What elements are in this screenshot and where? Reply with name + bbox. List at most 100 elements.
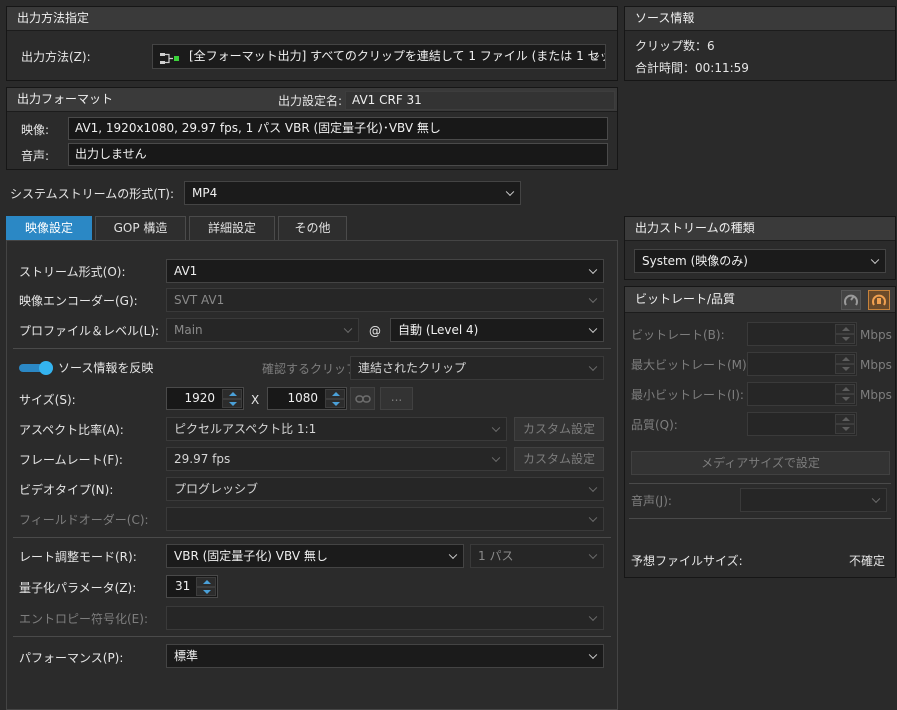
chevron-down-icon [491,423,501,433]
preset-name-label: 出力設定名: [278,94,343,108]
quant-label: 量子化パラメータ(Z): [19,581,137,595]
level-value: 自動 (Level 4) [398,323,479,337]
chevron-down-icon [588,550,598,560]
divider [13,636,611,637]
aspect-value: ピクセルアスペクト比 1:1 [174,422,317,436]
tab-video-settings[interactable]: 映像設定 [6,216,92,240]
height-input[interactable]: 1080 [267,387,347,410]
entropy-dropdown[interactable] [166,606,604,630]
entropy-label: エントロピー符号化(E): [19,612,148,626]
reflect-source-toggle[interactable] [19,361,53,375]
quant-stepper[interactable] [196,577,216,596]
output-method-panel: 出力方法指定 出力方法(Z): [全フォーマット出力] すべてのクリップを連結し… [6,6,618,81]
profile-level-label: プロファイル＆レベル(L): [19,324,160,338]
video-settings-panel: ストリーム形式(O): AV1 映像エンコーダー(G): SVT AV1 プロフ… [6,240,618,710]
ratemode-dropdown[interactable]: VBR (固定量子化) VBV 無し [166,544,464,568]
source-info-header: ソース情報 [625,7,895,31]
output-format-title: 出力フォーマット [17,92,114,106]
bitrate-stepper[interactable] [835,324,855,344]
width-value: 1920 [184,391,215,405]
videotype-label: ビデオタイプ(N): [19,483,114,497]
output-format-panel: 出力フォーマット 出力設定名: AV1 CRF 31 映像: AV1, 1920… [6,87,618,170]
chevron-down-icon [588,265,598,275]
audio-bitrate-dropdown[interactable] [740,488,887,512]
pass-value: 1 パス [478,549,514,563]
output-method-dropdown[interactable]: [全フォーマット出力] すべてのクリップを連結して 1 ファイル (または 1 … [152,44,606,69]
chevron-down-icon [588,362,598,372]
aspect-label: アスペクト比率(A): [19,423,124,437]
output-method-value: [全フォーマット出力] すべてのクリップを連結して 1 ファイル (または 1 … [189,49,605,63]
divider [629,518,891,519]
min-bitrate-label: 最小ビットレート(I): [631,388,744,402]
gauge-icon[interactable] [841,290,861,310]
aspect-dropdown[interactable]: ピクセルアスペクト比 1:1 [166,417,507,441]
ratemode-label: レート調整モード(R): [19,550,137,564]
confirm-clip-dropdown[interactable]: 連結されたクリップ [350,356,604,380]
size-label: サイズ(S): [19,393,76,407]
estimated-size-value: 不確定 [849,554,886,568]
framerate-custom-button[interactable]: カスタム設定 [514,447,604,471]
audio-bitrate-label: 音声(J): [631,494,672,508]
performance-label: パフォーマンス(P): [19,651,124,665]
size-preset-button[interactable]: ... [380,387,413,410]
min-bitrate-input[interactable] [747,382,857,406]
level-dropdown[interactable]: 自動 (Level 4) [390,318,604,342]
output-method-label: 出力方法(Z): [21,50,91,64]
system-stream-value: MP4 [192,186,218,200]
pass-dropdown[interactable]: 1 パス [470,544,604,568]
width-input[interactable]: 1920 [166,387,244,410]
aspect-custom-button[interactable]: カスタム設定 [514,417,604,441]
quality-label: 品質(Q): [631,418,678,432]
x-symbol: X [251,393,260,407]
max-bitrate-stepper[interactable] [835,354,855,374]
quant-value: 31 [175,579,191,593]
link-aspect-button[interactable] [350,387,375,410]
framerate-value: 29.97 fps [174,452,231,466]
chevron-down-icon [588,612,598,622]
quality-stepper[interactable] [835,414,855,434]
toggle-knob [39,361,53,375]
framerate-dropdown[interactable]: 29.97 fps [166,447,507,471]
videotype-dropdown[interactable]: プログレッシブ [166,477,604,501]
tab-gop-structure[interactable]: GOP 構造 [95,216,186,240]
quality-input[interactable] [747,412,857,436]
system-stream-label: システムストリームの形式(T): [10,187,175,201]
performance-dropdown[interactable]: 標準 [166,644,604,668]
chevron-down-icon [448,550,458,560]
fieldorder-dropdown[interactable] [166,507,604,531]
system-stream-dropdown[interactable]: MP4 [184,181,521,205]
bitrate-input[interactable] [747,322,857,346]
tab-other[interactable]: その他 [278,216,347,240]
max-bitrate-unit: Mbps [860,358,892,372]
chevron-down-icon [588,294,598,304]
min-bitrate-unit: Mbps [860,388,892,402]
estimated-size-label: 予想ファイルサイズ: [631,554,743,568]
divider [13,537,611,538]
tab-advanced-settings[interactable]: 詳細設定 [189,216,275,240]
profile-dropdown[interactable]: Main [166,318,359,342]
total-time: 合計時間：00:11:59 [635,61,749,75]
preset-name-field[interactable]: AV1 CRF 31 [345,91,615,110]
width-stepper[interactable] [222,389,242,408]
performance-value: 標準 [174,649,199,663]
output-stream-dropdown[interactable]: System (映像のみ) [634,249,886,273]
output-stream-panel: 出力ストリームの種類 System (映像のみ) [624,216,896,280]
encoder-dropdown[interactable]: SVT AV1 [166,288,604,312]
stream-format-value: AV1 [174,264,198,278]
fieldorder-label: フィールドオーダー(C): [19,513,149,527]
audio-summary-label: 音声: [21,149,50,163]
max-bitrate-input[interactable] [747,352,857,376]
confirm-clip-label: 確認するクリップ: [262,362,363,376]
stream-format-dropdown[interactable]: AV1 [166,259,604,283]
videotype-value: プログレッシブ [174,482,259,496]
min-bitrate-stepper[interactable] [835,384,855,404]
quality-gauge-icon[interactable] [868,290,890,310]
quant-input[interactable]: 31 [166,575,218,598]
chevron-down-icon [505,187,515,197]
height-stepper[interactable] [325,389,345,408]
bitrate-panel: ビットレート/品質 ビットレート(B): Mbps 最大ビットレート(M): M… [624,286,896,578]
height-value: 1080 [287,391,318,405]
video-summary-field: AV1, 1920x1080, 29.97 fps, 1 パス VBR (固定量… [68,117,608,140]
media-size-button[interactable]: メディアサイズで設定 [631,451,890,475]
source-info-panel: ソース情報 クリップ数：6 合計時間：00:11:59 [624,6,896,81]
